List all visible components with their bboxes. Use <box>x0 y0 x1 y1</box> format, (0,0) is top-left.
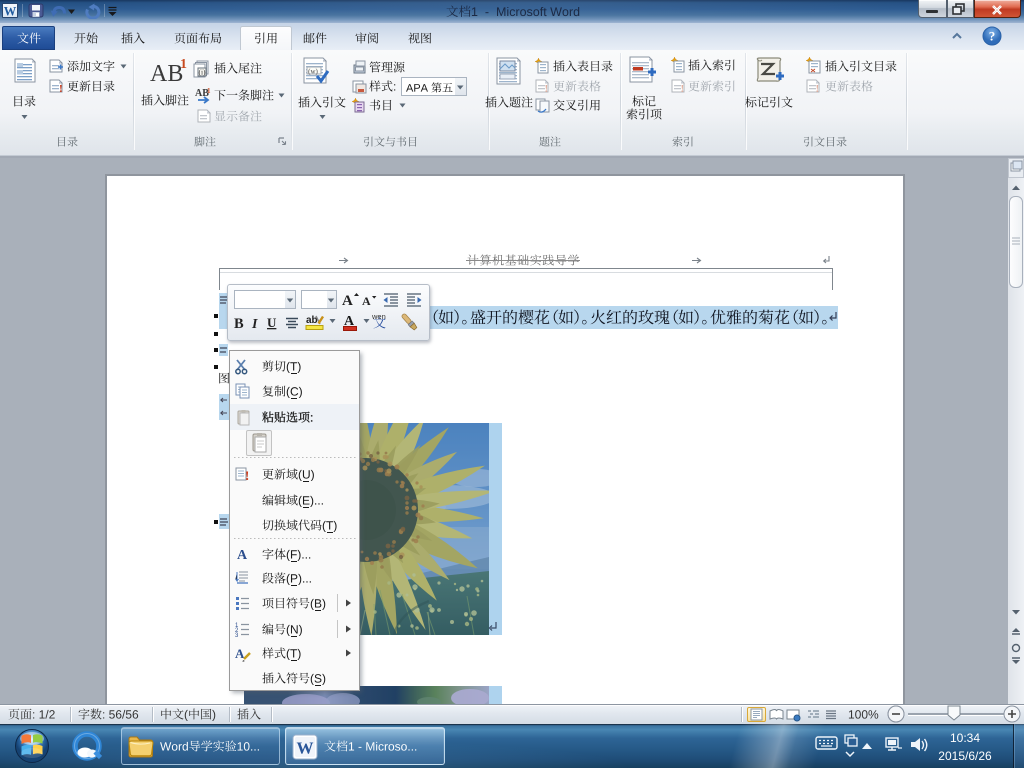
svg-text:A: A <box>235 646 245 661</box>
svg-text:A: A <box>342 293 353 308</box>
svg-text:W: W <box>4 5 17 18</box>
svg-text:A: A <box>362 294 371 308</box>
svg-text:U: U <box>267 315 277 330</box>
svg-text:3: 3 <box>235 633 239 638</box>
svg-text:1: 1 <box>180 57 187 71</box>
svg-text:(w): (w) <box>308 68 318 76</box>
svg-text:!: ! <box>59 83 63 94</box>
svg-text:W: W <box>297 739 314 758</box>
svg-text:I: I <box>251 317 258 332</box>
svg-text:1: 1 <box>207 87 211 95</box>
svg-text:wen: wen <box>371 312 386 320</box>
svg-text:B: B <box>234 316 244 332</box>
svg-text:!: ! <box>816 83 820 94</box>
svg-text:?: ? <box>989 29 996 44</box>
svg-text:!: ! <box>681 83 685 94</box>
svg-text:A: A <box>237 548 248 562</box>
svg-text:!: ! <box>545 83 549 94</box>
svg-text:(i): (i) <box>198 68 206 77</box>
svg-text:!: ! <box>245 468 249 483</box>
